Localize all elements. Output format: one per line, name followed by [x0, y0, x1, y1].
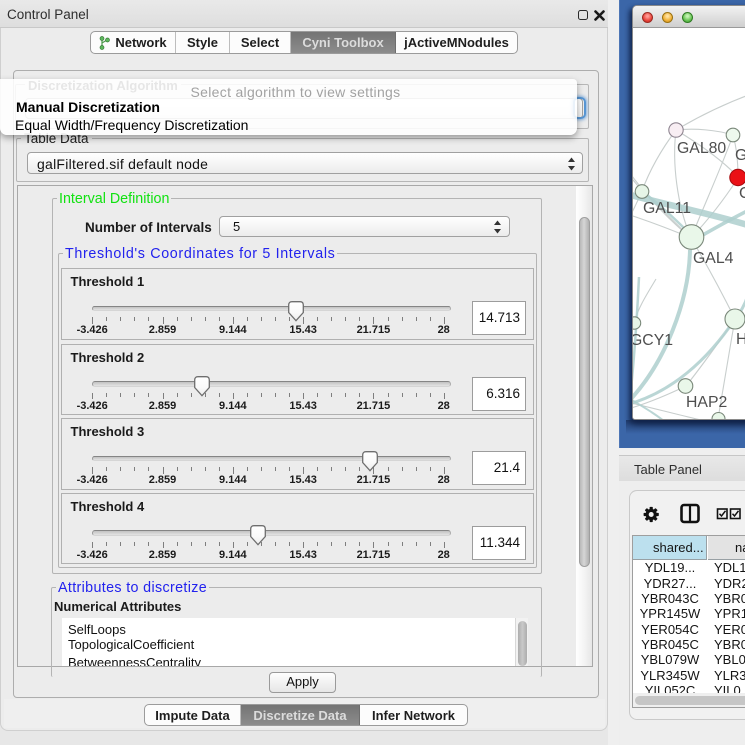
- svg-text:GCY1: GCY1: [633, 332, 673, 349]
- svg-text:H: H: [736, 331, 745, 348]
- svg-text:GAL80: GAL80: [677, 140, 726, 157]
- svg-text:HAP2: HAP2: [686, 394, 727, 411]
- svg-text:GA: GA: [735, 147, 745, 164]
- svg-text:GAL11: GAL11: [643, 200, 691, 217]
- svg-text:GAL4: GAL4: [693, 250, 734, 267]
- svg-text:C: C: [739, 185, 745, 202]
